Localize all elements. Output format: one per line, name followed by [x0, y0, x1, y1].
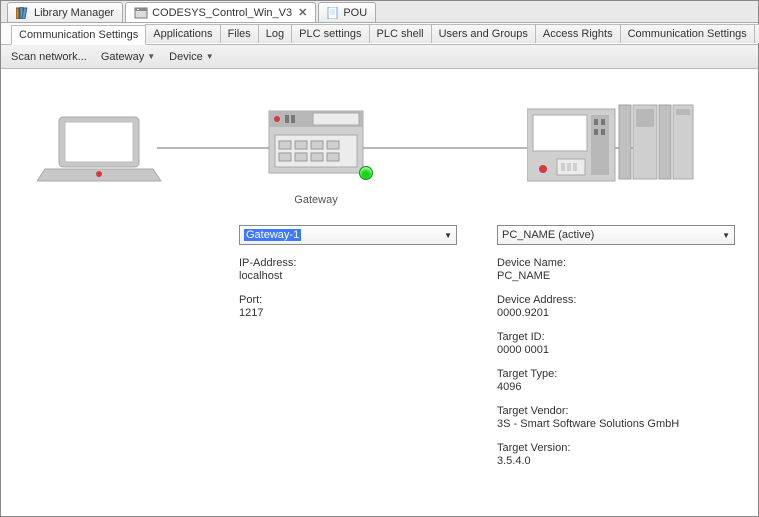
- tab-device[interactable]: CODESYS_Control_Win_V3 ✕: [125, 2, 316, 22]
- laptop-icon: [37, 115, 165, 190]
- scan-network-button[interactable]: Scan network...: [11, 51, 87, 63]
- gateway-icon: [261, 105, 371, 190]
- ip-address-label: IP-Address:: [239, 257, 457, 269]
- tab-pou[interactable]: POU: [318, 2, 376, 22]
- gateway-caption: Gateway: [261, 194, 371, 206]
- main-panel: Gateway: [1, 69, 758, 477]
- tab-access-rights[interactable]: Access Rights: [535, 24, 621, 43]
- toolbar: Scan network... Gateway ▼ Device ▼: [1, 45, 758, 69]
- tab-label: POU: [343, 7, 367, 19]
- property-tab-bar: Communication Settings Applications File…: [1, 23, 758, 45]
- tab-task[interactable]: Task dep: [754, 24, 759, 43]
- port-label: Port:: [239, 294, 457, 306]
- ip-address-value: localhost: [239, 270, 457, 282]
- device-address-value: 0000.9201: [497, 307, 738, 319]
- document-icon: [327, 7, 339, 19]
- target-id-value: 0000 0001: [497, 344, 738, 356]
- device-icon: [134, 7, 148, 19]
- connection-diagram: Gateway: [37, 105, 738, 225]
- tab-plc-settings[interactable]: PLC settings: [291, 24, 369, 43]
- target-type-value: 4096: [497, 381, 738, 393]
- tab-library-manager[interactable]: Library Manager: [7, 2, 123, 22]
- device-menu-button[interactable]: Device ▼: [169, 51, 214, 63]
- device-column: PC_NAME (active) ▼ Device Name: PC_NAME …: [497, 225, 738, 467]
- target-vendor-value: 3S - Smart Software Solutions GmbH: [497, 418, 738, 430]
- tab-users-groups[interactable]: Users and Groups: [431, 24, 536, 43]
- gateway-dropdown[interactable]: Gateway-1 ▼: [239, 225, 457, 245]
- tab-label: CODESYS_Control_Win_V3: [152, 7, 292, 19]
- device-name-value: PC_NAME: [497, 270, 738, 282]
- target-version-label: Target Version:: [497, 442, 738, 454]
- tab-plc-shell[interactable]: PLC shell: [369, 24, 432, 43]
- tab-applications[interactable]: Applications: [145, 24, 220, 43]
- target-vendor-label: Target Vendor:: [497, 405, 738, 417]
- document-tab-bar: Library Manager CODESYS_Control_Win_V3 ✕…: [1, 1, 758, 23]
- plc-icon: [527, 103, 759, 196]
- target-version-value: 3.5.4.0: [497, 455, 738, 467]
- tab-communication-settings-2[interactable]: Communication Settings: [620, 24, 755, 43]
- device-address-label: Device Address:: [497, 294, 738, 306]
- close-icon[interactable]: ✕: [298, 6, 307, 19]
- port-value: 1217: [239, 307, 457, 319]
- target-type-label: Target Type:: [497, 368, 738, 380]
- device-dropdown[interactable]: PC_NAME (active) ▼: [497, 225, 735, 245]
- chevron-down-icon: ▼: [444, 231, 452, 240]
- gateway-status-dot: [359, 166, 373, 180]
- chevron-down-icon: ▼: [722, 231, 730, 240]
- device-name-label: Device Name:: [497, 257, 738, 269]
- gateway-menu-button[interactable]: Gateway ▼: [101, 51, 155, 63]
- books-icon: [16, 7, 30, 19]
- chevron-down-icon: ▼: [147, 52, 155, 61]
- chevron-down-icon: ▼: [206, 52, 214, 61]
- tab-files[interactable]: Files: [220, 24, 259, 43]
- tab-communication-settings[interactable]: Communication Settings: [11, 25, 146, 45]
- target-id-label: Target ID:: [497, 331, 738, 343]
- gateway-column: Gateway-1 ▼ IP-Address: localhost Port: …: [239, 225, 457, 467]
- tab-label: Library Manager: [34, 7, 114, 19]
- tab-log[interactable]: Log: [258, 24, 292, 43]
